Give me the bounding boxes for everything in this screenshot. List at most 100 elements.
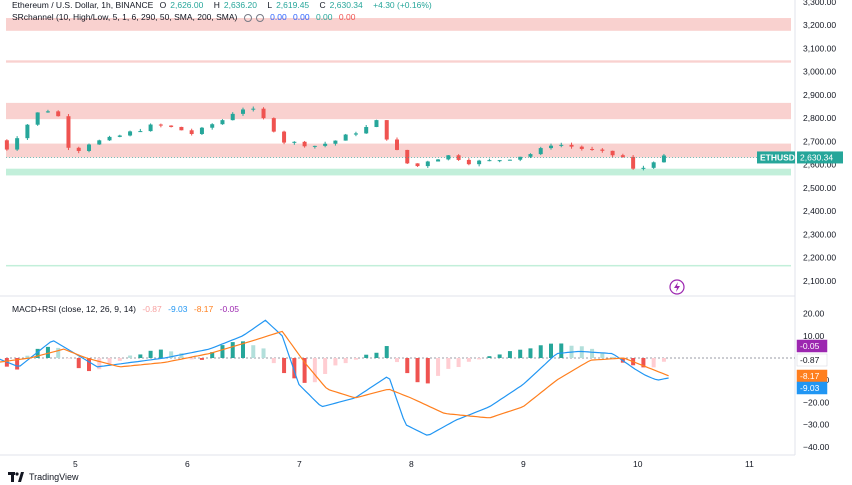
candle-body xyxy=(251,108,256,110)
histogram-bar xyxy=(415,358,420,383)
histogram-bar xyxy=(487,356,492,358)
macd-value-2: -9.03 xyxy=(168,304,188,314)
price-tick-label: 2,100.00 xyxy=(803,276,836,286)
candle-body xyxy=(333,140,338,144)
histogram-bar xyxy=(312,358,317,383)
candle-body xyxy=(661,155,666,163)
price-tick-label: 3,300.00 xyxy=(803,0,836,7)
macd-legend: MACD+RSI (close, 12, 26, 9, 14) -0.87 -9… xyxy=(12,304,243,314)
time-tick-label: 11 xyxy=(745,459,754,469)
hist-value-tag-label: -0.87 xyxy=(800,355,820,365)
macd-value-tag-label: -9.03 xyxy=(800,383,820,393)
candle-body xyxy=(528,154,533,157)
candle-body xyxy=(220,120,225,125)
macd-value-3: -8.17 xyxy=(193,304,214,314)
candle-body xyxy=(158,124,163,126)
histogram-bar xyxy=(466,358,471,362)
price-tick-label: 2,800.00 xyxy=(803,113,836,123)
macd-tick-label: −20.00 xyxy=(803,397,830,407)
tradingview-branding[interactable]: TradingView xyxy=(8,472,79,482)
candle-body xyxy=(641,167,646,169)
low-value: 2,619.45 xyxy=(276,0,310,10)
hide-icon[interactable] xyxy=(255,13,264,22)
high-label: H xyxy=(213,0,220,10)
candle-body xyxy=(446,155,451,160)
time-tick-label: 7 xyxy=(297,459,302,469)
histogram-bar xyxy=(600,352,605,358)
candle-body xyxy=(87,144,91,151)
histogram-bar xyxy=(343,358,348,364)
sr-zone-resistance xyxy=(6,102,791,120)
candle-body xyxy=(56,111,61,117)
chart-canvas[interactable]: 3,300.00 3,200.00 3,100.00 3,000.00 2,900.00… xyxy=(0,0,852,485)
candle-body xyxy=(631,156,636,169)
histogram-bar xyxy=(87,358,91,372)
macd-tick-label: −40.00 xyxy=(803,442,830,452)
price-tick-label: 2,500.00 xyxy=(803,183,836,193)
indicator-value-2: 0.00 xyxy=(293,12,310,22)
macd-tick-label: −30.00 xyxy=(803,420,830,430)
sr-zone-support xyxy=(6,168,791,176)
candle-body xyxy=(323,143,328,146)
candle-body xyxy=(364,127,369,134)
last-price-tag-label: 2,630.34 xyxy=(800,152,833,162)
time-tick-label: 8 xyxy=(409,459,414,469)
symbol-title: Ethereum / U.S. Dollar, 1h, BINANCE xyxy=(12,0,154,10)
histogram-bar xyxy=(436,358,441,376)
candle-body xyxy=(436,159,441,162)
histogram-bar xyxy=(518,349,523,358)
histogram-bar xyxy=(199,358,204,360)
candle-body xyxy=(518,156,523,160)
candle-body xyxy=(620,155,625,157)
histogram-bar xyxy=(261,348,266,358)
candle-body xyxy=(25,124,30,139)
candle-body xyxy=(395,139,399,150)
candle-body xyxy=(549,145,553,149)
histogram-bar xyxy=(528,348,533,358)
indicator-value-1: 0.00 xyxy=(270,12,287,22)
indicator-legend: SRchannel (10, High/Low, 5, 1, 6, 290, 5… xyxy=(12,12,359,22)
time-tick-label: 10 xyxy=(633,459,643,469)
change-value: +4.30 (+0.16%) xyxy=(373,0,432,10)
histogram-bar xyxy=(446,358,451,369)
histogram-bar xyxy=(107,358,112,364)
histogram-bar xyxy=(66,358,71,359)
histogram-bar xyxy=(610,356,615,358)
candle-body xyxy=(569,144,574,147)
candle-body xyxy=(210,124,215,128)
histogram-bar xyxy=(138,354,143,358)
histogram-bar xyxy=(477,358,482,360)
lightning-bolt-icon xyxy=(674,282,680,292)
candle-body xyxy=(538,148,543,155)
eye-icon[interactable] xyxy=(243,13,252,22)
symbol-legend: Ethereum / U.S. Dollar, 1h, BINANCE O 2,6… xyxy=(12,0,436,10)
candle-body xyxy=(97,140,102,145)
candle-body xyxy=(405,149,410,164)
sr-zone-support xyxy=(6,264,791,267)
histogram-bar xyxy=(323,358,328,374)
histogram-bar xyxy=(282,358,287,374)
rsi-value-tag-label: -0.05 xyxy=(800,341,820,351)
candle-body xyxy=(35,112,40,125)
histogram-bar xyxy=(497,354,502,358)
candle-body xyxy=(230,113,235,121)
candle-body xyxy=(66,116,71,148)
candle-body xyxy=(282,131,287,143)
histogram-bar xyxy=(158,349,163,358)
brand-name: TradingView xyxy=(29,472,79,482)
histogram-bar xyxy=(549,343,553,358)
candle-body xyxy=(590,148,595,150)
histogram-bar xyxy=(374,352,379,358)
open-value: 2,626.00 xyxy=(170,0,204,10)
histogram-bar xyxy=(353,358,358,360)
histogram-bar xyxy=(128,355,133,358)
low-label: L xyxy=(267,0,273,10)
candle-body xyxy=(179,126,184,131)
candle-body xyxy=(312,145,317,147)
price-tick-label: 2,200.00 xyxy=(803,253,836,263)
histogram-bar xyxy=(117,358,122,361)
open-label: O xyxy=(159,0,167,10)
candle-body xyxy=(507,159,512,161)
signal-line xyxy=(0,330,669,419)
histogram-bar xyxy=(97,358,102,370)
